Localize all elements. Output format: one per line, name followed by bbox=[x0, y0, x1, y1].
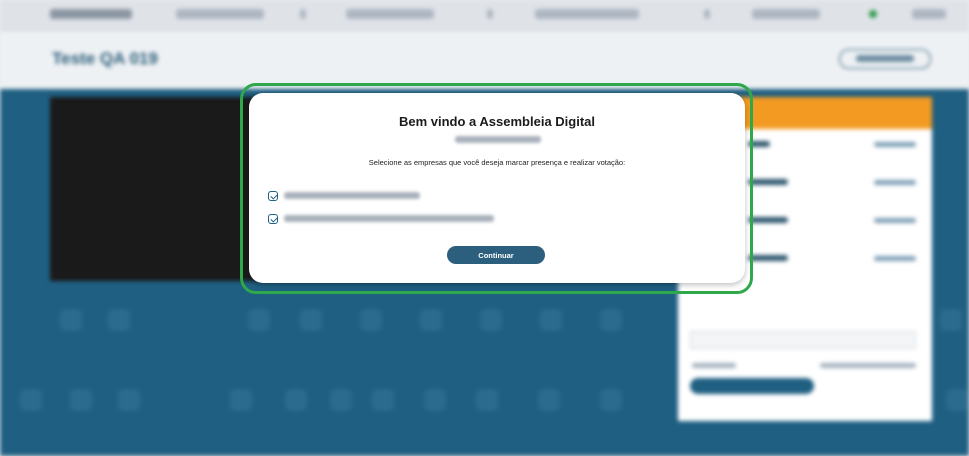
screenshot: Teste QA 019 Bem vindo a Assembleia Digi… bbox=[0, 0, 969, 456]
nav-item[interactable] bbox=[912, 9, 946, 19]
redacted-company-name bbox=[284, 215, 494, 222]
panel-input[interactable] bbox=[690, 331, 916, 349]
redacted-subtitle bbox=[455, 136, 541, 143]
list-item bbox=[748, 141, 770, 147]
list-item bbox=[874, 142, 916, 147]
nav-item[interactable] bbox=[752, 9, 820, 19]
list-item bbox=[748, 255, 788, 261]
nav-item[interactable] bbox=[535, 9, 639, 19]
list-item bbox=[748, 217, 788, 223]
nav-item[interactable] bbox=[300, 9, 306, 19]
checkbox-checked-icon[interactable] bbox=[268, 214, 278, 224]
modal-instruction: Selecione as empresas que você deseja ma… bbox=[368, 158, 626, 167]
panel-button[interactable] bbox=[690, 378, 814, 394]
welcome-modal: Bem vindo a Assembleia Digital Selecione… bbox=[249, 93, 745, 283]
nav-item[interactable] bbox=[176, 9, 264, 19]
redacted-company-name bbox=[284, 192, 420, 199]
nav-item[interactable] bbox=[487, 9, 493, 19]
status-dot bbox=[869, 10, 877, 18]
checkbox-checked-icon[interactable] bbox=[268, 191, 278, 201]
radio-option[interactable] bbox=[820, 363, 916, 368]
list-item bbox=[874, 218, 916, 223]
header-button[interactable] bbox=[839, 49, 931, 69]
continue-button[interactable]: Continuar bbox=[447, 246, 545, 264]
list-item bbox=[874, 256, 916, 261]
nav-item[interactable] bbox=[50, 9, 132, 19]
list-item bbox=[748, 179, 788, 185]
top-navigation bbox=[0, 0, 969, 31]
list-item bbox=[874, 180, 916, 185]
modal-title: Bem vindo a Assembleia Digital bbox=[398, 114, 596, 129]
nav-item[interactable] bbox=[346, 9, 434, 19]
radio-option[interactable] bbox=[692, 363, 736, 368]
page-title: Teste QA 019 bbox=[52, 49, 158, 68]
nav-item[interactable] bbox=[704, 9, 710, 19]
